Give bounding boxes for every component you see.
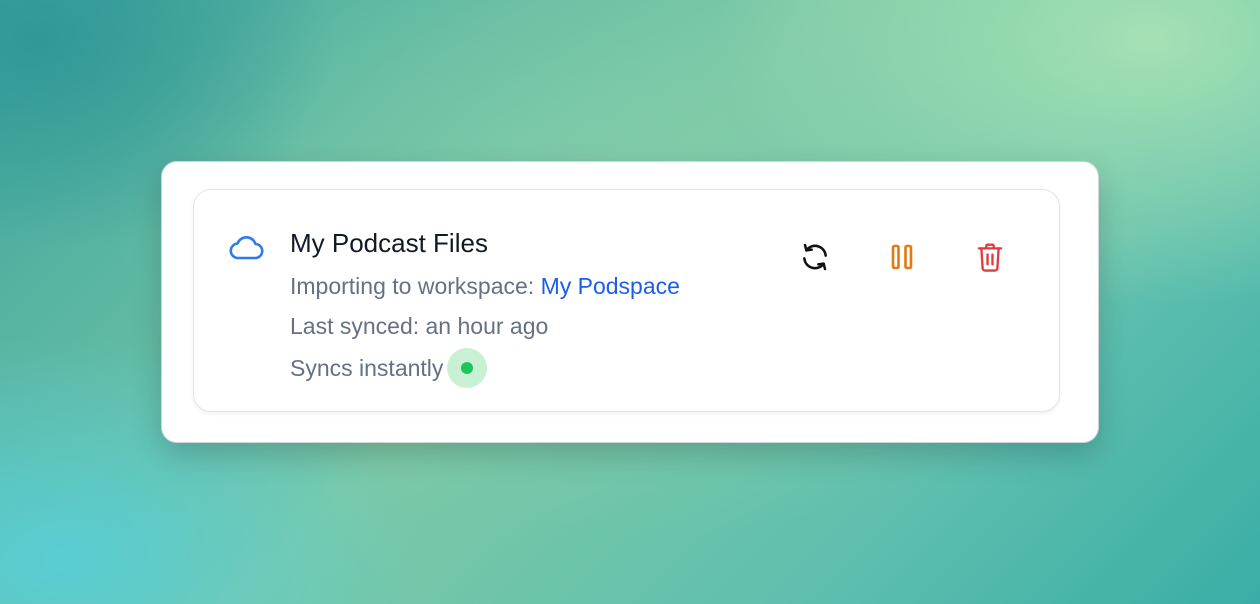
delete-connection-button[interactable] [970, 238, 1010, 278]
refresh-icon [799, 241, 831, 276]
connection-info: My Podcast Files Importing to workspace:… [290, 228, 680, 388]
connection-card: My Podcast Files Importing to workspace:… [193, 189, 1060, 412]
workspace-prefix: Importing to workspace: [290, 273, 535, 299]
sync-now-button[interactable] [795, 238, 835, 278]
sync-mode-text: Syncs instantly [290, 355, 444, 381]
connection-title: My Podcast Files [290, 228, 488, 258]
pause-icon [889, 242, 915, 275]
status-indicator [447, 348, 488, 388]
workspace-line: Importing to workspace: My Podspace [290, 272, 680, 300]
trash-icon [975, 241, 1005, 276]
workspace-link[interactable]: My Podspace [541, 273, 680, 299]
last-synced-text: Last synced: an hour ago [290, 313, 549, 339]
sync-mode-line: Syncs instantly [290, 348, 488, 388]
pause-sync-button[interactable] [882, 238, 922, 278]
cloud-icon [226, 231, 266, 263]
connections-panel: My Podcast Files Importing to workspace:… [161, 161, 1099, 443]
